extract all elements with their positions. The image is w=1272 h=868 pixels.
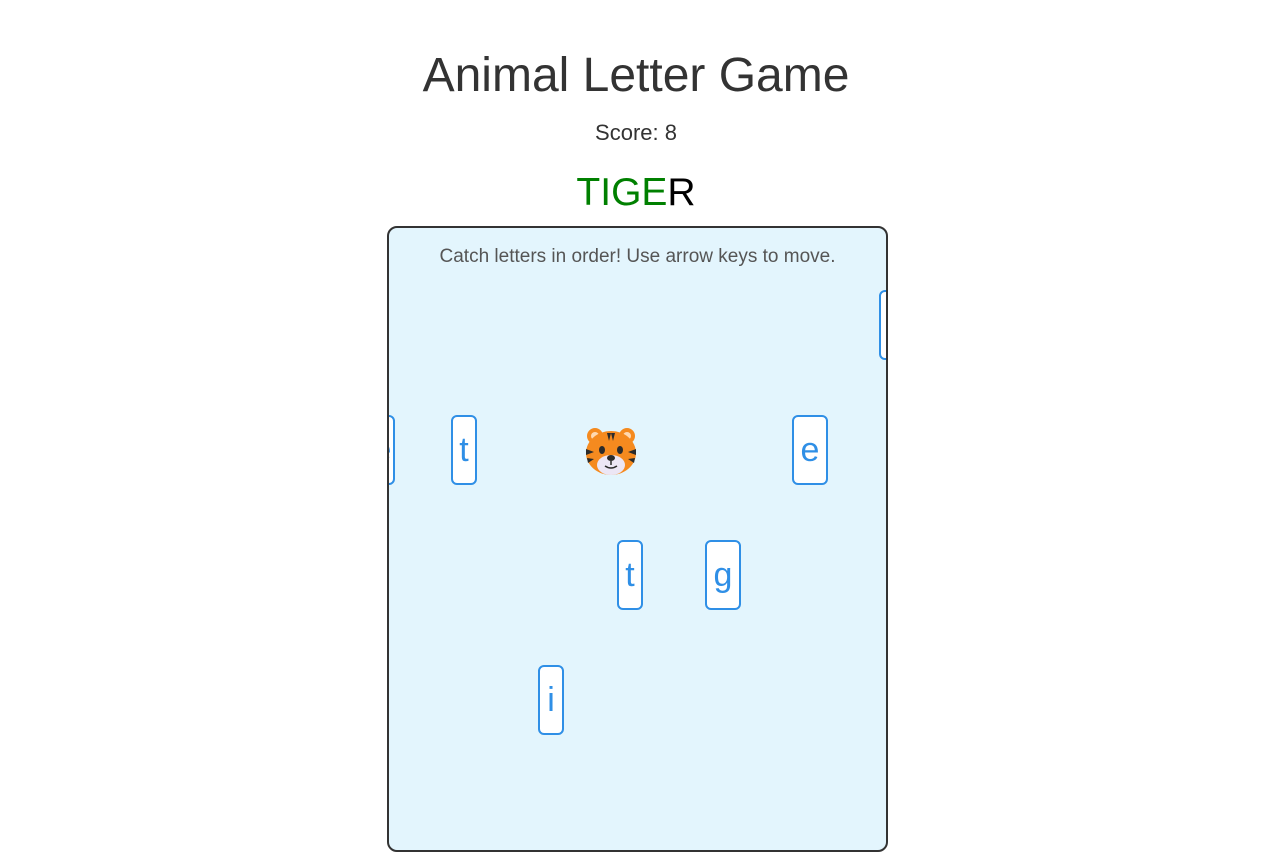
tile-letter: t [459,431,469,469]
falling-letter-tile[interactable]: t [451,415,477,485]
tile-letter: i [547,681,555,719]
falling-letter-tile[interactable]: e [792,415,828,485]
tile-letter: e [800,431,820,469]
target-word-caught: TIGE [576,171,668,214]
tile-letter: g [713,556,733,594]
game-board[interactable]: Catch letters in order! Use arrow keys t… [387,226,888,852]
tile-letter: e [389,431,391,469]
tile-letter: t [625,556,635,594]
page-title: Animal Letter Game [422,49,850,102]
falling-letter-tile[interactable] [879,290,886,360]
target-word: TIGER [0,170,1272,216]
tiger-face-icon [586,428,636,475]
falling-letter-tile[interactable]: t [617,540,643,610]
tiger-face-icon[interactable] [583,425,639,481]
falling-letter-tile[interactable]: e [389,415,395,485]
game-page: Animal Letter Game Score: 8 TIGER Catch … [0,0,1272,868]
target-word-remaining: R [667,171,696,214]
instructions-text: Catch letters in order! Use arrow keys t… [439,246,836,267]
falling-letter-tile[interactable]: i [538,665,564,735]
falling-letter-tile[interactable]: g [705,540,741,610]
score-display: Score: 8 [595,120,677,145]
